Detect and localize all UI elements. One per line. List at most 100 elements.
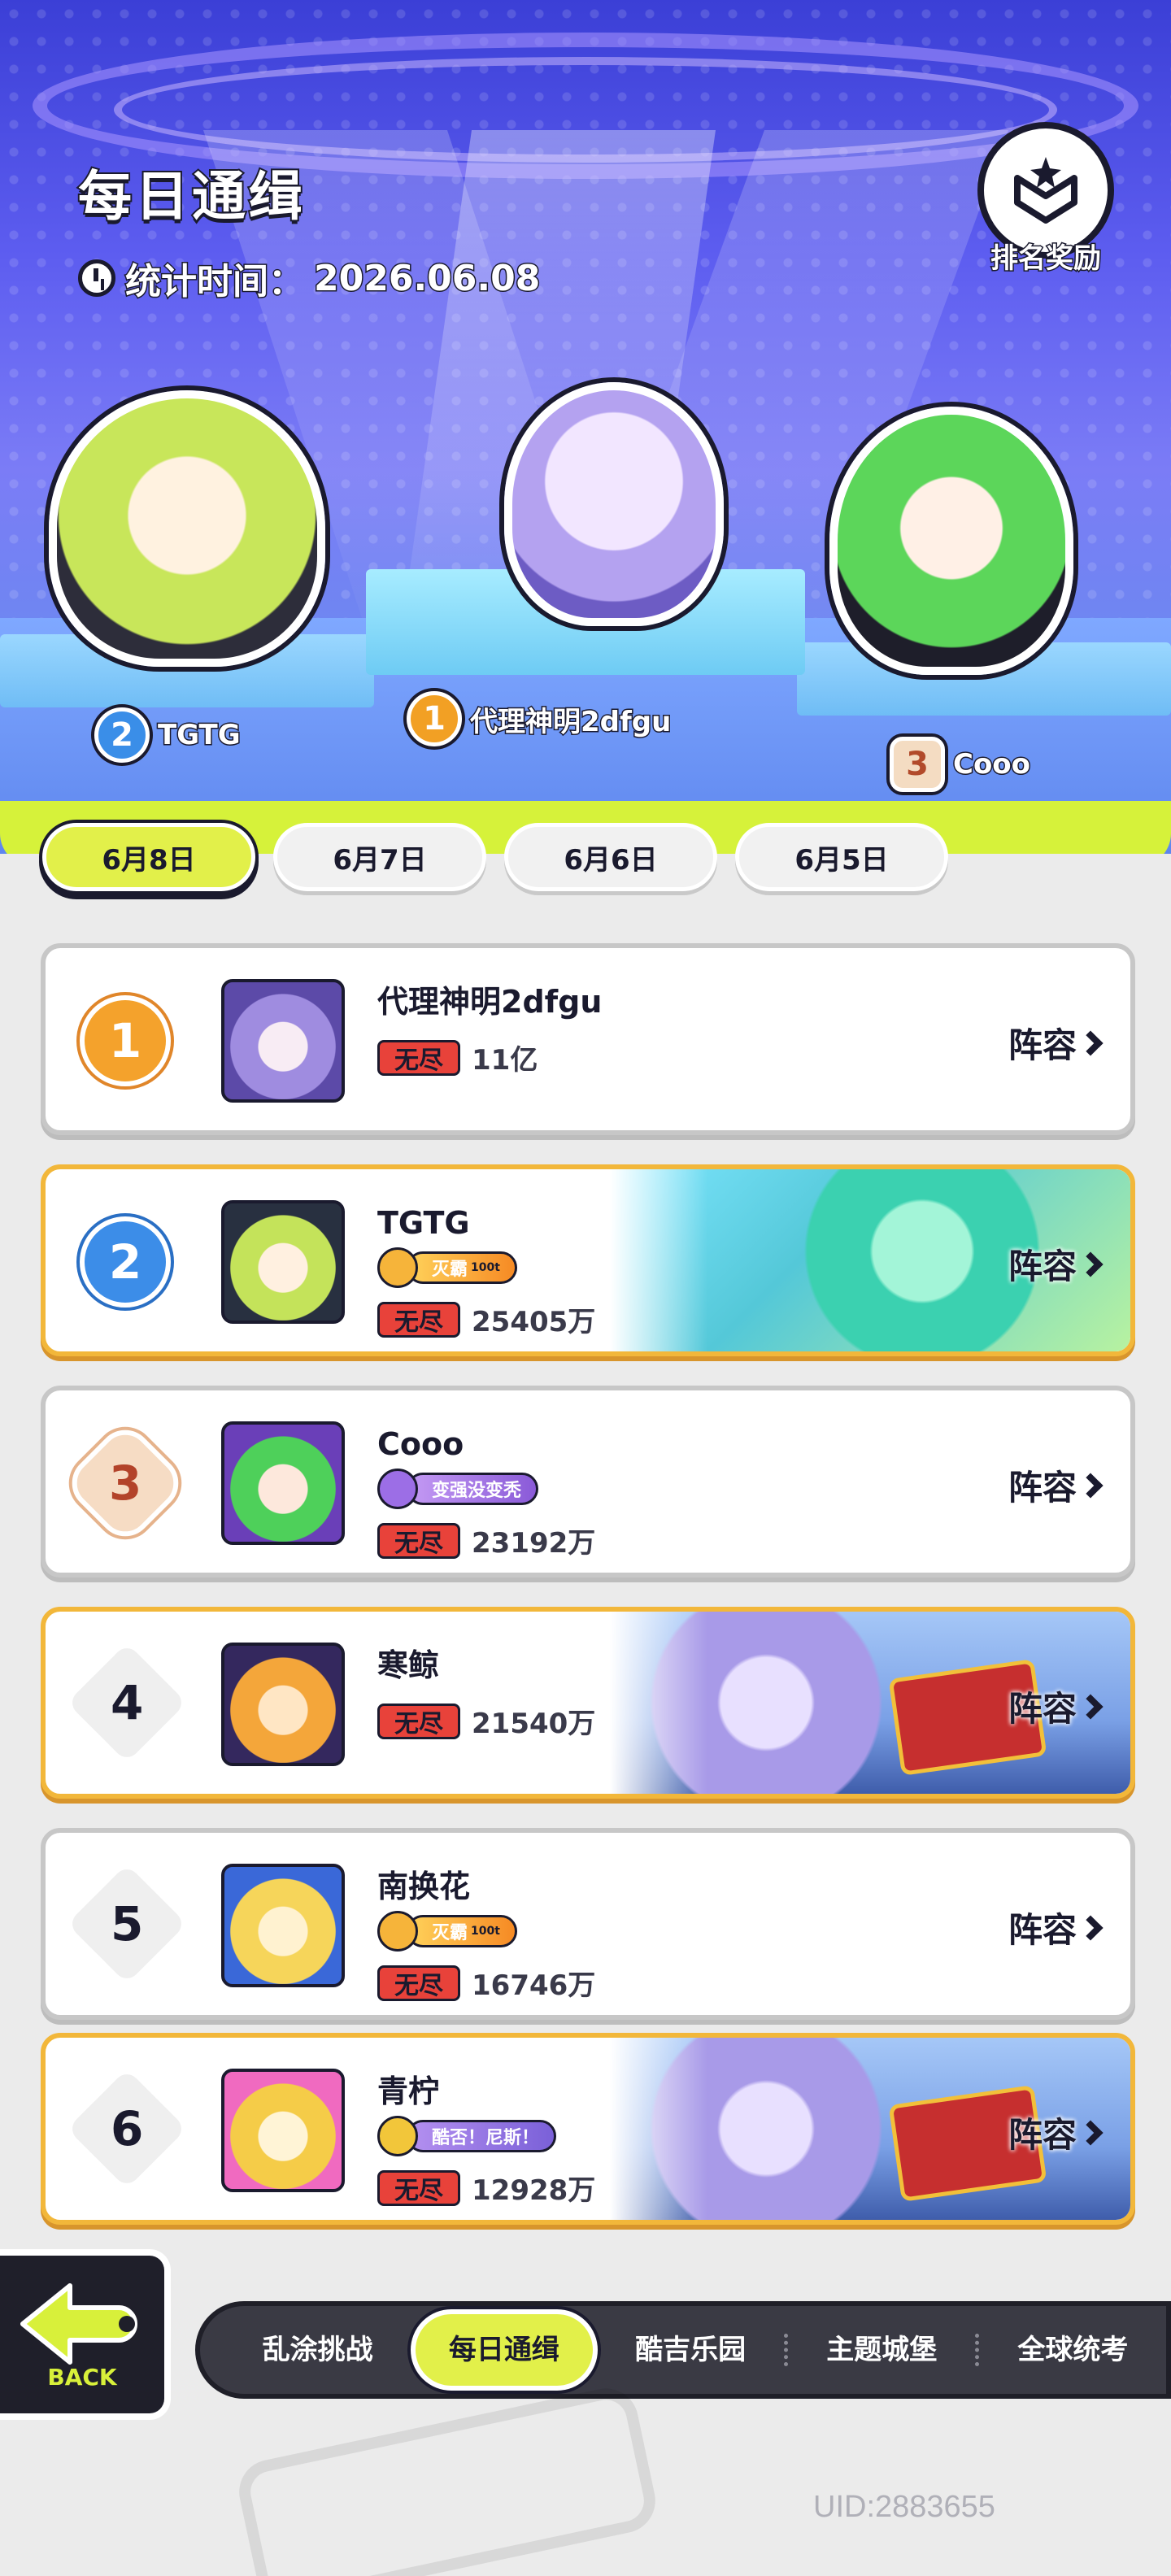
podium-label-third: 3 Cooo (890, 737, 1032, 792)
player-name: 寒鲸 (377, 1647, 440, 1683)
mode-tag: 无尽 (377, 1522, 460, 1559)
title-badge-text: 变强没变秃 (407, 1473, 539, 1505)
title-badge-icon (377, 1247, 418, 1288)
player-info: Cooo 变强没变秃 无尽 23192万 (377, 1423, 595, 1560)
trophy-icon (377, 2116, 418, 2156)
stat-date: 2026.06.08 (312, 256, 541, 300)
page-title: 每日通缉 (76, 163, 306, 229)
podium-avatar-third[interactable] (829, 407, 1073, 675)
chevron-right-icon (1077, 1693, 1104, 1720)
score-line: 无尽 12928万 (377, 2168, 595, 2208)
avatar[interactable] (221, 1643, 345, 1766)
chevron-right-icon (1077, 1914, 1104, 1941)
title-badge-icon (377, 1911, 418, 1952)
avatar[interactable] (221, 2069, 345, 2192)
lineup-label: 阵容 (1008, 1689, 1077, 1729)
nav-item-kuji-park[interactable]: 酷吉乐园 (598, 2309, 784, 2391)
chevron-right-icon (1077, 1251, 1104, 1277)
nav-item-daily-wanted[interactable]: 每日通缉 (411, 2309, 598, 2391)
score: 12928万 (472, 2174, 596, 2207)
score: 25405万 (472, 1306, 596, 1338)
player-info: 南换花 灭霸 100t 无尽 16746万 (377, 1865, 595, 2003)
tab-date-0607[interactable]: 6月7日 (273, 823, 486, 891)
lineup-button[interactable]: 阵容 (1008, 1460, 1104, 1510)
score: 21540万 (472, 1708, 596, 1740)
rank-2-medal-icon: 2 (94, 707, 150, 763)
avatar[interactable] (221, 1421, 345, 1545)
tab-date-0606[interactable]: 6月6日 (504, 823, 717, 891)
rank-row[interactable]: 6 青柠 酷否！尼斯！ 无尽 12928万 阵容 (41, 2033, 1135, 2225)
rank-row[interactable]: 2 TGTG 灭霸 100t 无尽 25405万 阵容 (41, 1164, 1135, 1356)
lineup-button[interactable]: 阵容 (1008, 1903, 1104, 1952)
rank-3-medal-icon: 3 (890, 737, 945, 792)
rank-row[interactable]: 4 寒鲸 无尽 21540万 阵容 (41, 1607, 1135, 1799)
lineup-button[interactable]: 阵容 (1008, 1018, 1104, 1068)
lineup-label: 阵容 (1008, 2115, 1077, 2155)
back-arrow-icon (20, 2282, 137, 2365)
title-badge: 变强没变秃 (377, 1469, 539, 1509)
tab-date-0605[interactable]: 6月5日 (735, 823, 948, 891)
score-line: 无尽 16746万 (377, 1963, 595, 2003)
mode-tag: 无尽 (377, 2169, 460, 2206)
score-line: 无尽 11亿 (377, 1038, 602, 1077)
nav-item-theme-castle[interactable]: 主题城堡 (789, 2309, 975, 2391)
lineup-label: 阵容 (1008, 1468, 1077, 1508)
score: 23192万 (472, 1527, 596, 1560)
rank-3-medal-icon: 3 (60, 1418, 190, 1548)
chevron-right-icon (1077, 2119, 1104, 2146)
back-button[interactable]: BACK (0, 2249, 171, 2420)
score: 11亿 (472, 1044, 538, 1077)
rank-row[interactable]: 3 Cooo 变强没变秃 无尽 23192万 阵容 (41, 1386, 1135, 1577)
bottom-nav: 乱涂挑战 每日通缉 酷吉乐园 主题城堡 全球统考 (195, 2301, 1171, 2399)
avatar[interactable] (221, 1864, 345, 1987)
mode-tag: 无尽 (377, 1965, 460, 2001)
podium-label-second: 2 TGTG (94, 707, 242, 763)
avatar[interactable] (221, 1200, 345, 1324)
player-info: TGTG 灭霸 100t 无尽 25405万 (377, 1202, 595, 1339)
rank-number: 4 (67, 1643, 187, 1763)
lineup-button[interactable]: 阵容 (1008, 1682, 1104, 1731)
podium-name: 代理神明2dfgu (468, 704, 672, 739)
reward-label: 排名奖励 (990, 242, 1103, 276)
rank-reward-button[interactable]: 排名奖励 (973, 122, 1119, 285)
lineup-label: 阵容 (1008, 1247, 1077, 1286)
mode-tag: 无尽 (377, 1703, 460, 1739)
title-badge-text: 酷否！尼斯！ (407, 2120, 557, 2152)
title-badge-text: 灭霸 100t (407, 1915, 517, 1947)
background-doodle (233, 2382, 662, 2576)
podium-name: TGTG (157, 718, 242, 753)
chevron-right-icon (1077, 1029, 1104, 1056)
rank-2-medal-icon: 2 (80, 1216, 171, 1308)
podium-avatar-first[interactable] (504, 382, 724, 626)
title-badge: 灭霸 100t (377, 1911, 517, 1952)
chevron-right-icon (1077, 1472, 1104, 1499)
score-line: 无尽 23192万 (377, 1521, 595, 1560)
lineup-label: 阵容 (1008, 1025, 1077, 1065)
avatar[interactable] (221, 979, 345, 1103)
lineup-label: 阵容 (1008, 1910, 1077, 1950)
user-id: UID:2883655 (813, 2490, 995, 2524)
score-line: 无尽 25405万 (377, 1299, 595, 1339)
tab-date-0608[interactable]: 6月8日 (42, 823, 255, 891)
rank-1-medal-icon: 1 (80, 995, 171, 1086)
mode-tag: 无尽 (377, 1301, 460, 1338)
rank-row[interactable]: 1 代理神明2dfgu 无尽 11亿 阵容 (41, 943, 1135, 1135)
player-name: 青柠 (377, 2073, 440, 2109)
lineup-button[interactable]: 阵容 (1008, 1239, 1104, 1289)
podium-name: Cooo (951, 747, 1031, 782)
rank-list: 1 代理神明2dfgu 无尽 11亿 阵容 2 TGTG 灭霸 100t 无尽 … (41, 943, 1135, 2254)
rank-1-medal-icon: 1 (407, 691, 462, 746)
title-badge: 酷否！尼斯！ (377, 2116, 557, 2156)
lineup-button[interactable]: 阵容 (1008, 2108, 1104, 2157)
clock-icon (78, 259, 115, 297)
player-name: TGTG (377, 1205, 470, 1241)
stat-time: 统计时间： 2026.06.08 (78, 252, 542, 304)
nav-item-global-exam[interactable]: 全球统考 (980, 2309, 1166, 2391)
back-inner: BACK (13, 2279, 151, 2391)
rank-number: 5 (67, 1864, 187, 1984)
nav-item-doodle-challenge[interactable]: 乱涂挑战 (224, 2309, 411, 2391)
rank-row[interactable]: 5 南换花 灭霸 100t 无尽 16746万 阵容 (41, 1828, 1135, 2020)
podium-avatar-second[interactable] (49, 390, 325, 667)
player-info: 青柠 酷否！尼斯！ 无尽 12928万 (377, 2070, 595, 2208)
title-badge-icon (377, 1469, 418, 1509)
